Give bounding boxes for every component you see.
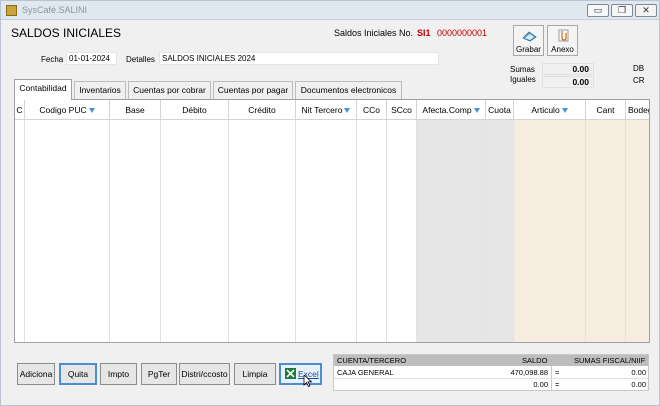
grid-header-debito[interactable]: Débito: [161, 100, 229, 120]
grid-header-label: SCco: [391, 105, 412, 115]
grid-header-label: Bodeg: [628, 105, 649, 115]
grid-header-scco[interactable]: SCco: [387, 100, 417, 120]
sort-icon: [88, 108, 95, 114]
summary-row-eq: =: [555, 380, 560, 389]
grabar-button[interactable]: Grabar: [513, 25, 544, 56]
summary-row-fiscal: 0.00: [631, 380, 646, 389]
summary-row-eq: =: [555, 368, 560, 377]
grid-col-credito[interactable]: [229, 100, 296, 342]
cursor-icon: [303, 375, 312, 387]
fecha-label: Fecha: [41, 55, 64, 64]
db-total: 0.00: [542, 63, 594, 75]
grid-header-label: Nit Tercero: [301, 105, 343, 115]
adiciona-button[interactable]: Adiciona: [17, 363, 55, 385]
grid-col-codigo[interactable]: [25, 100, 110, 342]
app-window: SysCafé.SALINI ▭ ❐ ✕ SALDOS INICIALES Sa…: [0, 0, 660, 406]
grid-header-c[interactable]: C: [15, 100, 25, 120]
grid-col-scco[interactable]: [387, 100, 417, 342]
grid-header-cco[interactable]: CCo: [357, 100, 387, 120]
attach-icon: [558, 29, 569, 42]
limpia-button[interactable]: Limpia: [234, 363, 276, 385]
grid-header-label: Crédito: [248, 105, 276, 115]
impto-button[interactable]: Impto: [100, 363, 137, 385]
restore-button[interactable]: ❐: [611, 4, 633, 17]
sumas-label: Sumas: [510, 65, 535, 74]
grid-header-bodeg[interactable]: Bodeg: [626, 100, 649, 120]
grid-col-cuota[interactable]: [486, 100, 514, 342]
summary-header-saldo: SALDO: [522, 356, 548, 365]
doc-type-label: Saldos Iniciales No.: [334, 28, 414, 38]
summary-row-cuenta: CAJA GENERAL: [337, 368, 394, 377]
close-button[interactable]: ✕: [635, 4, 657, 17]
grid-header-nit-tercero[interactable]: Nit Tercero: [296, 100, 357, 120]
grid-col-debito[interactable]: [161, 100, 229, 342]
grid-header-credito[interactable]: Crédito: [229, 100, 296, 120]
summary-row-saldo: 470,098.88: [510, 368, 548, 377]
entries-grid[interactable]: C Codigo PUC Base Débito Crédito Nit Ter…: [14, 99, 650, 343]
save-icon: [522, 31, 537, 42]
grid-col-articulo[interactable]: [514, 100, 586, 342]
grid-header-label: CCo: [362, 105, 380, 115]
grid-header-cuota[interactable]: Cuota: [486, 100, 514, 120]
anexo-label: Anexo: [551, 45, 574, 54]
grid-header-label: Cant: [596, 105, 615, 115]
grid-header-label: Base: [125, 105, 145, 115]
grid-header-afecta-comp[interactable]: Afecta.Comp: [417, 100, 486, 120]
doc-code: SI1: [417, 28, 431, 38]
grid-col-c[interactable]: [15, 100, 25, 342]
tab-cuentas-por-pagar[interactable]: Cuentas por pagar: [213, 81, 293, 99]
detalles-field[interactable]: SALDOS INICIALES 2024: [159, 52, 439, 65]
grid-header-label: Articulo: [531, 105, 560, 115]
minimize-button[interactable]: ▭: [587, 4, 609, 17]
cr-total: 0.00: [542, 76, 594, 88]
sort-icon: [561, 108, 568, 114]
anexo-button[interactable]: Anexo: [547, 25, 578, 56]
summary-header-cuenta: CUENTA/TERCERO: [337, 356, 407, 365]
tab-cuentas-por-cobrar[interactable]: Cuentas por cobrar: [128, 81, 211, 99]
tab-documentos-electronicos[interactable]: Documentos electronicos: [295, 81, 402, 99]
fecha-field[interactable]: 01-01-2024: [66, 52, 117, 65]
grid-col-nit[interactable]: [296, 100, 357, 342]
sort-icon: [473, 108, 480, 114]
app-logo-icon: [6, 5, 17, 16]
db-label: DB: [633, 64, 645, 73]
grid-col-afecta[interactable]: [417, 100, 486, 342]
grid-header-cant[interactable]: Cant: [586, 100, 626, 120]
excel-icon: [285, 368, 296, 379]
cr-label: CR: [633, 76, 645, 85]
grid-col-cco[interactable]: [357, 100, 387, 342]
tab-contabilidad[interactable]: Contabilidad: [14, 79, 72, 100]
sort-icon: [344, 108, 351, 114]
quita-button[interactable]: Quita: [59, 363, 97, 385]
pgter-button[interactable]: PgTer: [141, 363, 177, 385]
tab-inventarios[interactable]: Inventarios: [74, 81, 126, 99]
grid-header-articulo[interactable]: Articulo: [514, 100, 586, 120]
window-title: SysCafé.SALINI: [22, 5, 88, 15]
grid-header-label: Cuota: [488, 105, 511, 115]
summary-row-saldo: 0.00: [533, 380, 548, 389]
grid-col-cant[interactable]: [586, 100, 626, 342]
summary-row-fiscal: 0.00: [631, 368, 646, 377]
grid-header-label: C: [16, 105, 23, 115]
iguales-label: Iguales: [510, 75, 536, 84]
summary-panel: CUENTA/TERCERO SALDO SUMAS FISCAL/NIIF C…: [333, 354, 649, 391]
detalles-label: Detalles: [126, 55, 155, 64]
grid-col-bodeg[interactable]: [626, 100, 649, 342]
title-bar: SysCafé.SALINI ▭ ❐ ✕: [1, 1, 659, 20]
grabar-label: Grabar: [516, 45, 541, 54]
grid-header-base[interactable]: Base: [110, 100, 161, 120]
grid-header-label: Codigo PUC: [39, 105, 87, 115]
grid-col-base[interactable]: [110, 100, 161, 342]
summary-header-fiscal: SUMAS FISCAL/NIIF: [574, 356, 646, 365]
grid-header-label: Afecta.Comp: [422, 105, 472, 115]
excel-button[interactable]: Excel: [279, 363, 322, 387]
doc-number: 0000000001: [437, 28, 488, 38]
grid-header-codigo-puc[interactable]: Codigo PUC: [25, 100, 110, 120]
page-title: SALDOS INICIALES: [11, 26, 122, 40]
distri-ccosto-button[interactable]: Distri/ccosto: [179, 363, 230, 385]
grid-header-label: Débito: [182, 105, 207, 115]
